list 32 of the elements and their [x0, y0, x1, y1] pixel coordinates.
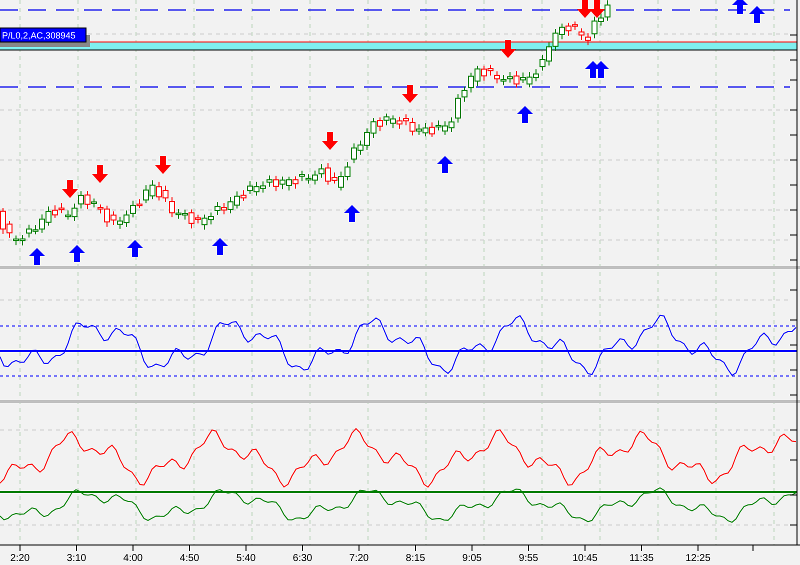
down-arrow-icon	[155, 156, 171, 174]
time-label: 10:45	[572, 553, 598, 564]
time-label: 3:10	[66, 553, 86, 564]
up-arrow-icon	[732, 0, 748, 14]
down-arrow-icon	[577, 0, 593, 18]
down-arrow-icon	[500, 40, 516, 58]
time-label: 2:20	[10, 553, 30, 564]
up-arrow-icon	[69, 245, 85, 262]
time-label: 5:40	[236, 553, 256, 564]
down-arrow-icon	[322, 132, 338, 150]
time-label: 11:35	[629, 553, 654, 564]
down-arrow-icon	[92, 165, 108, 183]
down-arrow-icon	[589, 0, 605, 18]
double-up-arrow-icon	[585, 61, 609, 78]
up-arrow-icon	[344, 205, 360, 222]
down-arrow-icon	[62, 180, 78, 198]
down-arrow-icon	[402, 85, 418, 103]
up-arrow-icon	[127, 240, 143, 257]
time-label: 8:15	[406, 553, 426, 564]
up-arrow-icon	[749, 6, 765, 23]
time-label: 9:55	[518, 553, 538, 564]
time-label: 4:50	[180, 553, 200, 564]
up-arrow-icon	[29, 248, 45, 265]
time-label: 12:25	[685, 553, 711, 564]
position-label-text: P/L0,2,AC,308945	[2, 30, 76, 40]
up-arrow-icon	[517, 106, 533, 123]
time-label: 9:05	[462, 553, 482, 564]
up-arrow-icon	[212, 238, 228, 255]
time-label: 6:30	[292, 553, 312, 564]
time-label: 7:20	[349, 553, 369, 564]
up-arrow-icon	[437, 156, 453, 173]
time-label: 4:00	[123, 553, 143, 564]
